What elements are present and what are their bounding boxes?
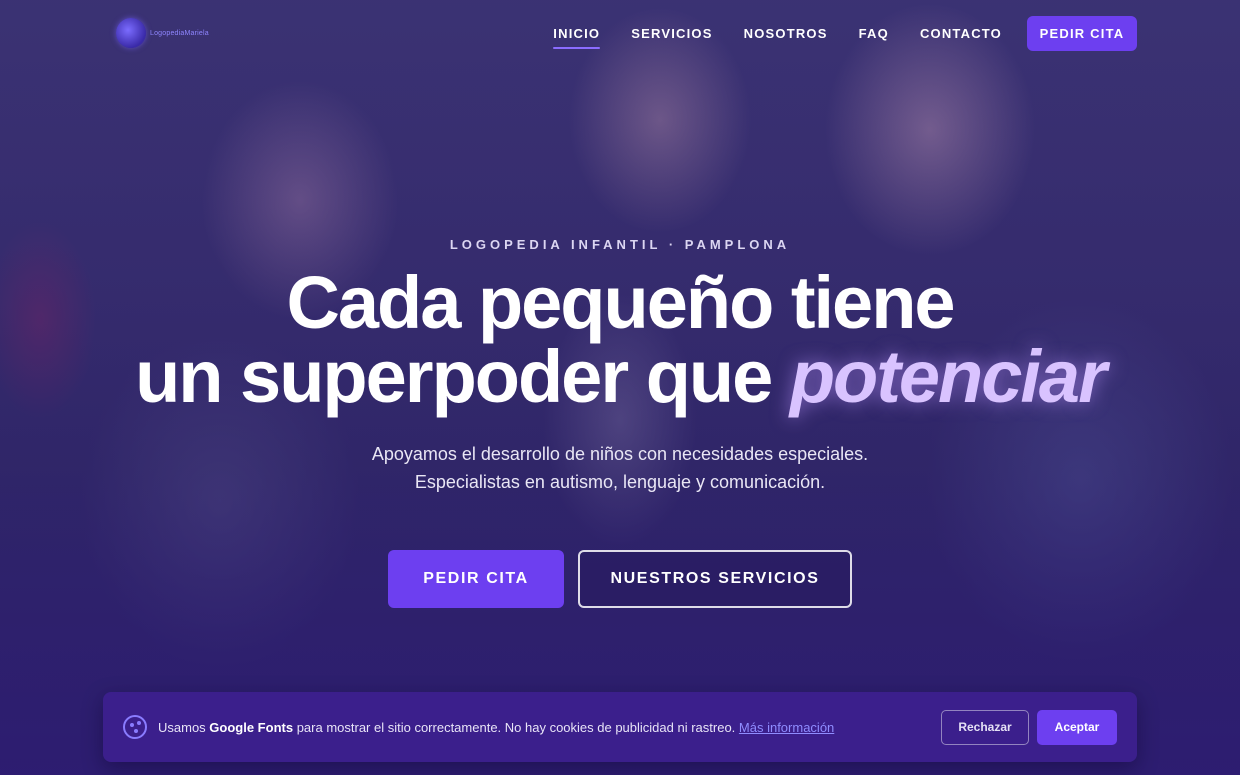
nav-item-inicio[interactable]: INICIO <box>553 16 601 51</box>
brain-logo-icon <box>116 18 146 48</box>
cookie-banner: Usamos Google Fonts para mostrar el siti… <box>103 692 1137 762</box>
logo-text: LogopediaMariela <box>150 29 209 37</box>
hero-pedir-cita-button[interactable]: PEDIR CITA <box>388 550 564 608</box>
cookie-text-prefix: Usamos <box>158 719 210 735</box>
cookie-icon <box>123 715 147 739</box>
hero-servicios-button[interactable]: NUESTROS SERVICIOS <box>578 550 852 608</box>
site-header: LogopediaMariela INICIO SERVICIOS NOSOTR… <box>0 0 1240 68</box>
nav-item-nosotros[interactable]: NOSOTROS <box>744 16 828 51</box>
cookie-reject-button[interactable]: Rechazar <box>941 709 1029 745</box>
cookie-text-suffix: para mostrar el sitio correctamente. No … <box>293 719 739 735</box>
hero-cta-row: PEDIR CITA NUESTROS SERVICIOS <box>388 550 852 608</box>
headline-line-1: Cada pequeño tiene <box>286 261 955 344</box>
nav-pedir-cita-button[interactable]: PEDIR CITA <box>1027 16 1137 51</box>
nav-item-faq[interactable]: FAQ <box>859 16 889 51</box>
cookie-accept-button[interactable]: Aceptar <box>1037 709 1117 745</box>
nav-item-servicios[interactable]: SERVICIOS <box>631 16 712 51</box>
hero-subtitle: Apoyamos el desarrollo de niños con nece… <box>0 440 1240 496</box>
site-logo[interactable]: LogopediaMariela <box>116 18 209 48</box>
subtitle-line-1: Apoyamos el desarrollo de niños con nece… <box>371 444 869 464</box>
nav-item-contacto[interactable]: CONTACTO <box>920 16 1002 51</box>
cookie-message: Usamos Google Fonts para mostrar el siti… <box>158 720 941 735</box>
cookie-text-bold: Google Fonts <box>209 719 294 735</box>
main-nav: INICIO SERVICIOS NOSOTROS FAQ CONTACTO P… <box>553 16 1137 51</box>
cookie-more-info-link[interactable]: Más información <box>739 720 834 735</box>
hero-eyebrow: LOGOPEDIA INFANTIL · PAMPLONA <box>449 237 791 252</box>
subtitle-line-2: Especialistas en autismo, lenguaje y com… <box>414 472 826 492</box>
headline-line-2: un superpoder que <box>135 335 790 418</box>
hero-headline: Cada pequeño tiene un superpoder que pot… <box>0 266 1240 414</box>
headline-accent-word: potenciar <box>789 335 1107 418</box>
